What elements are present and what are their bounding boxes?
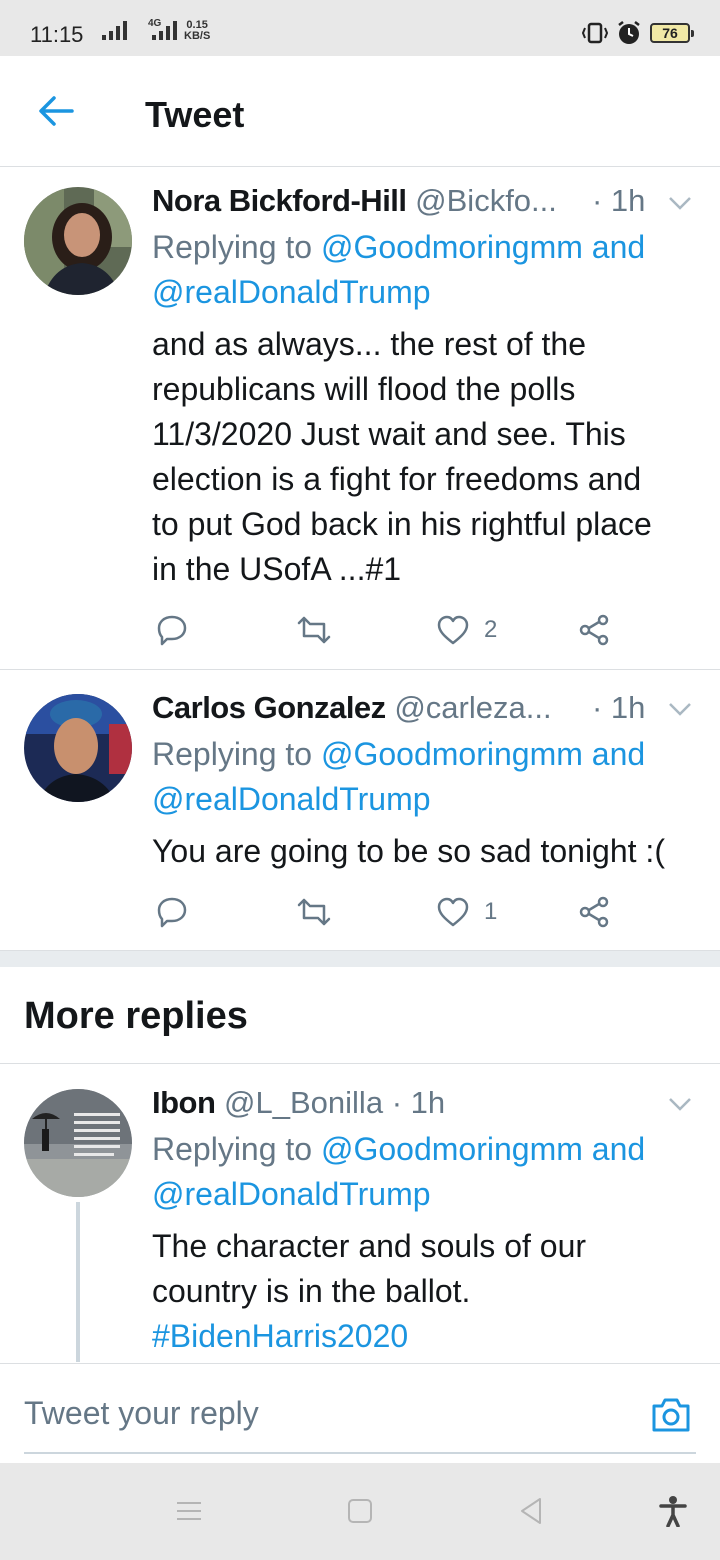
like-icon <box>437 615 469 645</box>
tweet-line: 11/3/2020 Just wait and see. This <box>152 416 626 452</box>
tweet-text: The character and souls of our country i… <box>152 1224 700 1359</box>
accessibility-icon[interactable] <box>658 1495 688 1527</box>
tweet-card[interactable]: Carlos Gonzalez @carleza... · 1h Replyin… <box>0 670 720 951</box>
reply-icon <box>157 615 187 646</box>
signal-icon <box>102 21 127 40</box>
chevron-down-icon[interactable] <box>668 196 692 210</box>
back-icon[interactable] <box>516 1495 546 1527</box>
battery-indicator: 76 <box>650 23 694 43</box>
tweet-text: You are going to be so sad tonight :( <box>152 829 700 874</box>
author-name[interactable]: Ibon <box>152 1085 216 1120</box>
share-button[interactable] <box>578 610 610 650</box>
network-speed: 0.15 KB/S <box>184 20 210 42</box>
retweet-button[interactable] <box>296 610 332 650</box>
author-name[interactable]: Nora Bickford-Hill <box>152 183 407 218</box>
page-title: Tweet <box>145 94 245 135</box>
mention-link[interactable]: @realDonaldTrump <box>152 270 702 315</box>
alarm-icon <box>618 21 640 44</box>
vibrate-icon <box>582 22 608 44</box>
hashtag-link[interactable]: #BidenHarris2020 <box>152 1314 700 1359</box>
mention-link[interactable]: @Goodmoringmm and <box>321 1131 645 1167</box>
section-divider <box>0 951 720 967</box>
author-handle[interactable]: @L_Bonilla <box>224 1085 383 1120</box>
tweet-line: republicans will flood the polls <box>152 371 576 407</box>
system-nav-bar <box>0 1463 720 1560</box>
retweet-icon <box>297 898 331 926</box>
reply-icon <box>157 897 187 928</box>
replying-prefix: Replying to <box>152 229 313 265</box>
author-handle[interactable]: @carleza... <box>394 690 551 725</box>
status-bar: 11:15 4G 0.15 KB/S 76 <box>0 0 720 56</box>
replying-prefix: Replying to <box>152 736 313 772</box>
tweet-line: to put God back in his rightful place <box>152 506 652 542</box>
tweet-time: · 1h <box>592 183 646 218</box>
home-icon[interactable] <box>345 1495 375 1527</box>
retweet-icon <box>297 616 331 644</box>
speed-unit: KB/S <box>184 30 211 42</box>
replying-to: Replying to @Goodmoringmm and @realDonal… <box>152 225 702 315</box>
back-arrow-icon[interactable] <box>36 94 76 128</box>
more-replies-header: More replies <box>0 967 720 1064</box>
reply-button[interactable] <box>156 892 188 932</box>
camera-icon[interactable] <box>650 1396 692 1434</box>
author-name[interactable]: Carlos Gonzalez <box>152 690 386 725</box>
tweet-line: election is a fight for freedoms and <box>152 461 642 497</box>
tweet-actions: 2 <box>152 610 632 650</box>
tweet-actions: 1 <box>152 892 632 932</box>
tweet-header: Nora Bickford-Hill @Bickfo... · 1h <box>152 181 696 221</box>
chevron-down-icon[interactable] <box>668 702 692 716</box>
input-underline <box>24 1452 696 1454</box>
reply-input[interactable] <box>24 1378 624 1448</box>
tweet-line: The character and souls of our <box>152 1228 587 1264</box>
chevron-down-icon[interactable] <box>668 1097 692 1111</box>
status-right: 76 <box>582 20 694 46</box>
share-icon <box>579 614 609 646</box>
share-button[interactable] <box>578 892 610 932</box>
thread-line <box>76 1202 80 1362</box>
reply-button[interactable] <box>156 610 188 650</box>
like-icon <box>437 897 469 927</box>
tweet-time: · 1h <box>592 690 646 725</box>
reply-composer <box>0 1363 720 1463</box>
tweet-line: in the USofA ...#1 <box>152 551 402 587</box>
tweet-text: and as always... the rest of the republi… <box>152 322 700 592</box>
avatar[interactable] <box>24 1089 132 1197</box>
like-count: 2 <box>484 616 498 643</box>
tweet-time: · 1h <box>391 1085 446 1120</box>
replying-prefix: Replying to <box>152 1131 313 1167</box>
like-button[interactable]: 1 <box>436 892 497 932</box>
mention-link[interactable]: @realDonaldTrump <box>152 1172 702 1217</box>
mention-link[interactable]: @realDonaldTrump <box>152 777 702 822</box>
tweet-line: You are going to be so sad tonight :( <box>152 833 665 869</box>
tweet-card[interactable]: Ibon @L_Bonilla · 1h Replying to @Goodmo… <box>0 1065 720 1363</box>
author-handle[interactable]: @Bickfo... <box>415 183 557 218</box>
avatar[interactable] <box>24 187 132 295</box>
like-button[interactable]: 2 <box>436 610 497 650</box>
tweet-line: and as always... the rest of the <box>152 326 587 362</box>
tweet-header: Ibon @L_Bonilla · 1h <box>152 1083 696 1123</box>
share-icon <box>579 896 609 928</box>
more-replies-title: More replies <box>24 995 248 1037</box>
replying-to: Replying to @Goodmoringmm and @realDonal… <box>152 1127 702 1217</box>
retweet-button[interactable] <box>296 892 332 932</box>
menu-icon[interactable] <box>174 1495 204 1527</box>
app-header: Tweet <box>0 56 720 167</box>
like-count: 1 <box>484 898 498 925</box>
mention-link[interactable]: @Goodmoringmm and <box>321 736 645 772</box>
mention-link[interactable]: @Goodmoringmm and <box>321 229 645 265</box>
signal-icon-2 <box>152 21 177 40</box>
tweet-line: country is in the ballot. <box>152 1273 471 1309</box>
status-time: 11:15 <box>30 22 84 47</box>
tweet-header: Carlos Gonzalez @carleza... · 1h <box>152 688 696 728</box>
avatar[interactable] <box>24 694 132 802</box>
replying-to: Replying to @Goodmoringmm and @realDonal… <box>152 732 702 822</box>
tweet-card[interactable]: Nora Bickford-Hill @Bickfo... · 1h Reply… <box>0 168 720 670</box>
